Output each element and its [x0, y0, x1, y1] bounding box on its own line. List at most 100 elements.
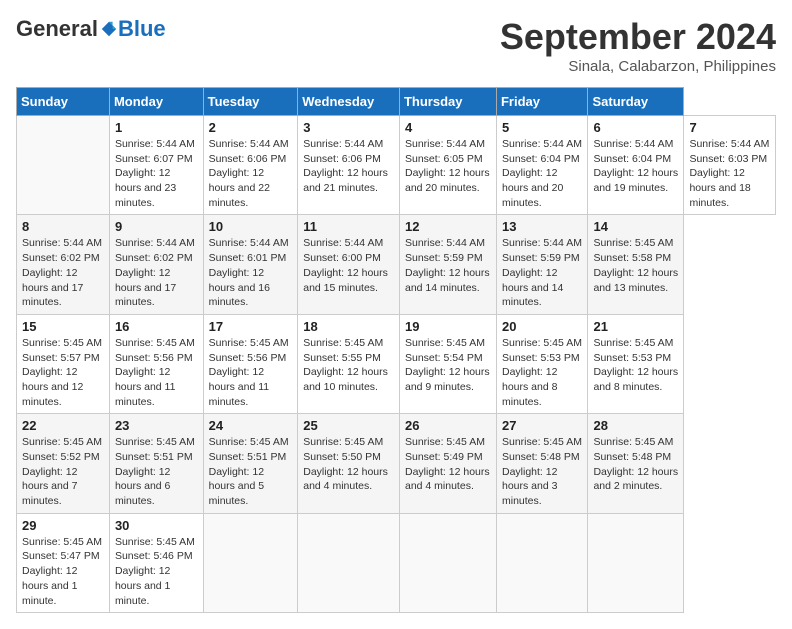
day-info: Sunrise: 5:45 AMSunset: 5:56 PMDaylight:…: [115, 336, 198, 409]
calendar-cell: 9Sunrise: 5:44 AMSunset: 6:02 PMDaylight…: [109, 215, 203, 314]
day-number: 1: [115, 120, 198, 135]
day-info: Sunrise: 5:44 AMSunset: 6:00 PMDaylight:…: [303, 236, 394, 295]
day-number: 24: [209, 418, 293, 433]
day-number: 11: [303, 219, 394, 234]
logo-icon: [100, 20, 118, 38]
day-info: Sunrise: 5:44 AMSunset: 6:06 PMDaylight:…: [303, 137, 394, 196]
day-number: 25: [303, 418, 394, 433]
calendar-subtitle: Sinala, Calabarzon, Philippines: [500, 58, 776, 75]
column-header-saturday: Saturday: [588, 88, 684, 116]
day-info: Sunrise: 5:45 AMSunset: 5:54 PMDaylight:…: [405, 336, 491, 395]
column-header-tuesday: Tuesday: [203, 88, 298, 116]
week-row-4: 22Sunrise: 5:45 AMSunset: 5:52 PMDayligh…: [17, 414, 776, 513]
day-number: 5: [502, 120, 582, 135]
calendar-cell: 11 Sunrise: 5:44 AMSunset: 6:00 PMDayligh…: [298, 215, 400, 314]
calendar-table: SundayMondayTuesdayWednesdayThursdayFrid…: [16, 87, 776, 613]
day-number: 9: [115, 219, 198, 234]
calendar-cell: 14 Sunrise: 5:45 AMSunset: 5:58 PMDayligh…: [588, 215, 684, 314]
day-number: 4: [405, 120, 491, 135]
day-number: 15: [22, 319, 104, 334]
week-row-3: 15Sunrise: 5:45 AMSunset: 5:57 PMDayligh…: [17, 314, 776, 413]
column-header-thursday: Thursday: [399, 88, 496, 116]
calendar-body: 1 Sunrise: 5:44 AMSunset: 6:07 PMDaylight…: [17, 116, 776, 613]
calendar-cell: 16 Sunrise: 5:45 AMSunset: 5:56 PMDayligh…: [109, 314, 203, 413]
calendar-cell: 8 Sunrise: 5:44 AMSunset: 6:02 PMDaylight…: [17, 215, 110, 314]
day-number: 30: [115, 518, 198, 533]
day-number: 7: [689, 120, 770, 135]
day-number: 14: [593, 219, 678, 234]
calendar-cell: [17, 116, 110, 215]
calendar-cell: 3 Sunrise: 5:44 AMSunset: 6:06 PMDaylight…: [298, 116, 400, 215]
calendar-cell: [203, 513, 298, 612]
day-number: 27: [502, 418, 582, 433]
day-info: Sunrise: 5:45 AMSunset: 5:53 PMDaylight:…: [502, 336, 582, 409]
calendar-cell: 19 Sunrise: 5:45 AMSunset: 5:54 PMDayligh…: [399, 314, 496, 413]
day-info: Sunrise: 5:44 AMSunset: 6:04 PMDaylight:…: [502, 137, 582, 210]
calendar-cell: 4 Sunrise: 5:44 AMSunset: 6:05 PMDaylight…: [399, 116, 496, 215]
day-info: Sunrise: 5:44 AMSunset: 6:06 PMDaylight:…: [209, 137, 293, 210]
day-number: 20: [502, 319, 582, 334]
logo: General Blue: [16, 16, 166, 42]
day-info: Sunrise: 5:45 AMSunset: 5:48 PMDaylight:…: [502, 435, 582, 508]
calendar-cell: 26Sunrise: 5:45 AMSunset: 5:49 PMDayligh…: [399, 414, 496, 513]
day-info: Sunrise: 5:44 AMSunset: 5:59 PMDaylight:…: [405, 236, 491, 295]
calendar-cell: [588, 513, 684, 612]
day-info: Sunrise: 5:44 AMSunset: 6:05 PMDaylight:…: [405, 137, 491, 196]
day-info: Sunrise: 5:45 AMSunset: 5:47 PMDaylight:…: [22, 535, 104, 608]
column-header-friday: Friday: [496, 88, 587, 116]
day-number: 16: [115, 319, 198, 334]
calendar-cell: 10 Sunrise: 5:44 AMSunset: 6:01 PMDayligh…: [203, 215, 298, 314]
calendar-cell: 29Sunrise: 5:45 AMSunset: 5:47 PMDayligh…: [17, 513, 110, 612]
day-number: 10: [209, 219, 293, 234]
column-header-monday: Monday: [109, 88, 203, 116]
day-number: 17: [209, 319, 293, 334]
day-number: 12: [405, 219, 491, 234]
day-number: 28: [593, 418, 678, 433]
day-info: Sunrise: 5:45 AMSunset: 5:48 PMDaylight:…: [593, 435, 678, 494]
calendar-cell: [399, 513, 496, 612]
day-info: Sunrise: 5:44 AMSunset: 5:59 PMDaylight:…: [502, 236, 582, 309]
day-number: 6: [593, 120, 678, 135]
logo-blue-text: Blue: [118, 16, 166, 42]
column-header-wednesday: Wednesday: [298, 88, 400, 116]
day-number: 19: [405, 319, 491, 334]
day-info: Sunrise: 5:45 AMSunset: 5:51 PMDaylight:…: [209, 435, 293, 508]
day-number: 18: [303, 319, 394, 334]
calendar-cell: 6 Sunrise: 5:44 AMSunset: 6:04 PMDaylight…: [588, 116, 684, 215]
day-info: Sunrise: 5:45 AMSunset: 5:53 PMDaylight:…: [593, 336, 678, 395]
day-number: 23: [115, 418, 198, 433]
day-info: Sunrise: 5:45 AMSunset: 5:51 PMDaylight:…: [115, 435, 198, 508]
calendar-cell: [496, 513, 587, 612]
day-info: Sunrise: 5:45 AMSunset: 5:49 PMDaylight:…: [405, 435, 491, 494]
day-info: Sunrise: 5:45 AMSunset: 5:52 PMDaylight:…: [22, 435, 104, 508]
calendar-cell: [298, 513, 400, 612]
day-info: Sunrise: 5:45 AMSunset: 5:55 PMDaylight:…: [303, 336, 394, 395]
day-info: Sunrise: 5:44 AMSunset: 6:02 PMDaylight:…: [22, 236, 104, 309]
calendar-cell: 28 Sunrise: 5:45 AMSunset: 5:48 PMDayligh…: [588, 414, 684, 513]
column-header-sunday: Sunday: [17, 88, 110, 116]
calendar-cell: 5 Sunrise: 5:44 AMSunset: 6:04 PMDaylight…: [496, 116, 587, 215]
day-info: Sunrise: 5:44 AMSunset: 6:04 PMDaylight:…: [593, 137, 678, 196]
calendar-header-row: SundayMondayTuesdayWednesdayThursdayFrid…: [17, 88, 776, 116]
day-number: 13: [502, 219, 582, 234]
day-info: Sunrise: 5:44 AMSunset: 6:07 PMDaylight:…: [115, 137, 198, 210]
day-info: Sunrise: 5:45 AMSunset: 5:58 PMDaylight:…: [593, 236, 678, 295]
day-number: 2: [209, 120, 293, 135]
week-row-5: 29Sunrise: 5:45 AMSunset: 5:47 PMDayligh…: [17, 513, 776, 612]
day-number: 8: [22, 219, 104, 234]
day-info: Sunrise: 5:44 AMSunset: 6:03 PMDaylight:…: [689, 137, 770, 210]
day-number: 3: [303, 120, 394, 135]
calendar-cell: 2 Sunrise: 5:44 AMSunset: 6:06 PMDaylight…: [203, 116, 298, 215]
calendar-cell: 24 Sunrise: 5:45 AMSunset: 5:51 PMDayligh…: [203, 414, 298, 513]
calendar-cell: 18 Sunrise: 5:45 AMSunset: 5:55 PMDayligh…: [298, 314, 400, 413]
calendar-cell: 7 Sunrise: 5:44 AMSunset: 6:03 PMDaylight…: [684, 116, 776, 215]
day-number: 21: [593, 319, 678, 334]
calendar-cell: 23 Sunrise: 5:45 AMSunset: 5:51 PMDayligh…: [109, 414, 203, 513]
calendar-cell: 17Sunrise: 5:45 AMSunset: 5:56 PMDayligh…: [203, 314, 298, 413]
day-info: Sunrise: 5:44 AMSunset: 6:01 PMDaylight:…: [209, 236, 293, 309]
week-row-2: 8 Sunrise: 5:44 AMSunset: 6:02 PMDaylight…: [17, 215, 776, 314]
logo-general-text: General: [16, 16, 98, 42]
calendar-cell: 12 Sunrise: 5:44 AMSunset: 5:59 PMDayligh…: [399, 215, 496, 314]
calendar-cell: 22Sunrise: 5:45 AMSunset: 5:52 PMDayligh…: [17, 414, 110, 513]
calendar-cell: 13 Sunrise: 5:44 AMSunset: 5:59 PMDayligh…: [496, 215, 587, 314]
